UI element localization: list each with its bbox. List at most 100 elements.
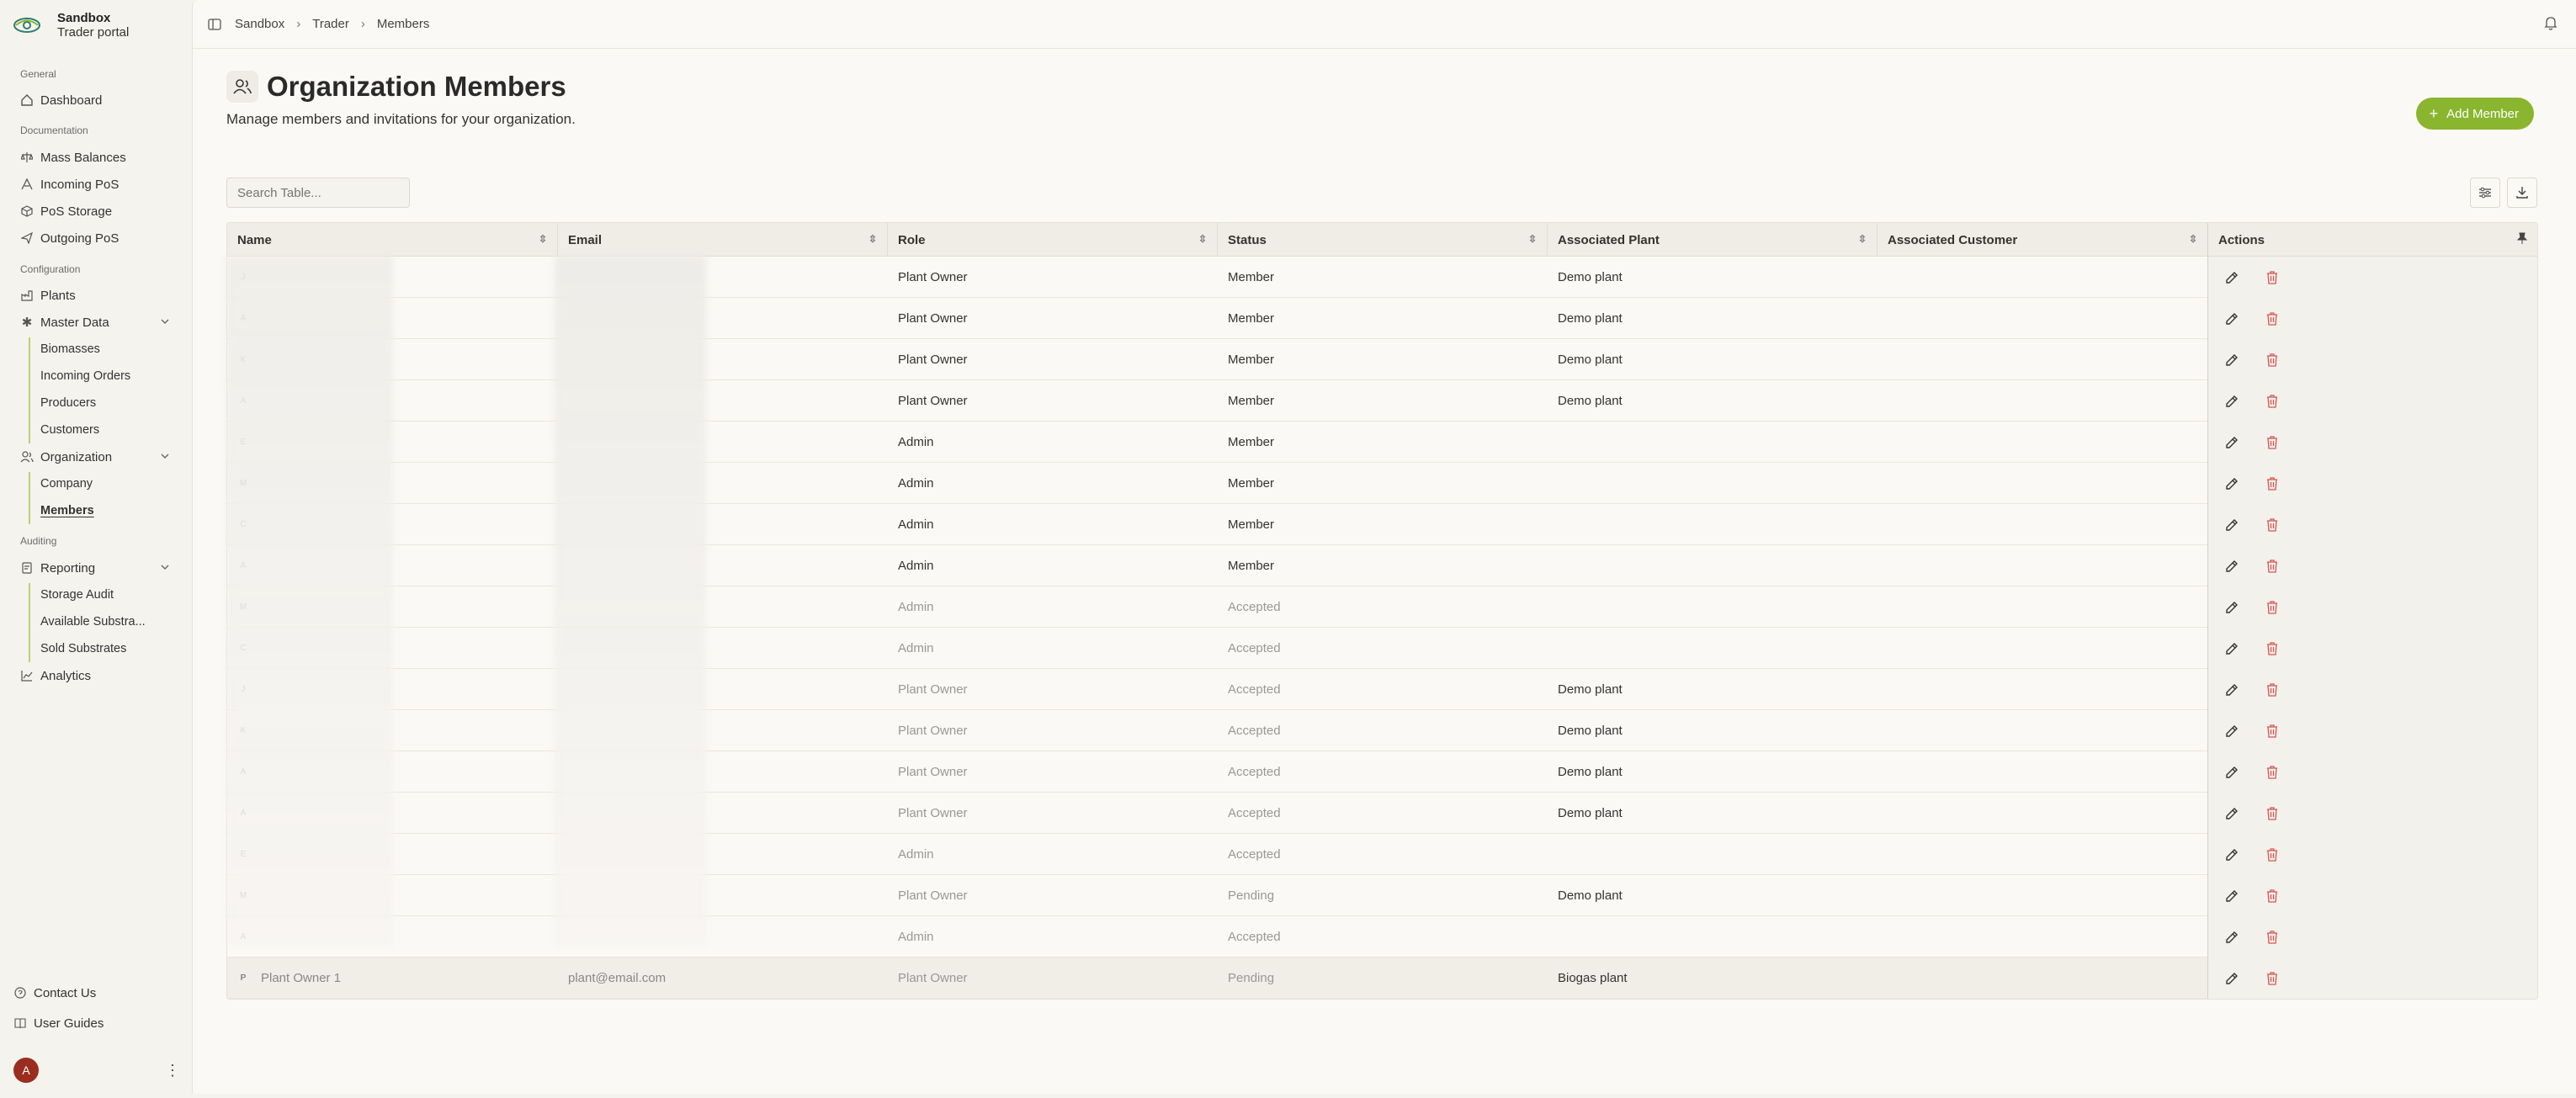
submenu-line [29,472,30,524]
edit-icon[interactable] [2220,719,2244,743]
trash-icon[interactable] [2260,678,2284,702]
sidebar-item-producers[interactable]: Producers [40,391,96,415]
sidebar-item-outgoing-pos[interactable]: Outgoing PoS [20,226,180,250]
edit-icon[interactable] [2220,390,2244,413]
trash-icon[interactable] [2260,431,2284,454]
trash-icon[interactable] [2260,926,2284,949]
cell-status: Accepted [1228,930,1281,944]
edit-icon[interactable] [2220,554,2244,578]
topbar: Sandbox › Trader › Members [193,0,2576,49]
cell-associated-plant [1548,463,1878,504]
table-header: Name ⇳ Email ⇳ Role ⇳ Status ⇳ Associated Pl… [227,223,2537,257]
sidebar-item-reporting[interactable]: Reporting [20,556,180,580]
trash-icon[interactable] [2260,513,2284,537]
edit-icon[interactable] [2220,472,2244,496]
trash-icon[interactable] [2260,348,2284,372]
avatar[interactable]: A [13,1058,39,1083]
search-input[interactable] [226,178,410,208]
sidebar-item-storage-audit[interactable]: Storage Audit [40,583,114,607]
column-header-name[interactable]: Name ⇳ [227,223,558,257]
edit-icon[interactable] [2220,678,2244,702]
cell-role: Admin [898,641,934,655]
column-settings-button[interactable] [2470,178,2500,208]
sidebar-item-customers[interactable]: Customers [40,418,99,442]
asterisk-icon: ✱ [21,316,33,330]
contact-us-link[interactable]: Contact Us [13,981,173,1005]
sidebar-item-members[interactable]: Members [40,499,94,522]
trash-icon[interactable] [2260,390,2284,413]
sidebar-item-incoming-orders[interactable]: Incoming Orders [40,364,130,388]
trash-icon[interactable] [2260,884,2284,908]
trash-icon[interactable] [2260,554,2284,578]
sidebar-item-biomasses[interactable]: Biomasses [40,337,100,361]
edit-icon[interactable] [2220,348,2244,372]
edit-icon[interactable] [2220,884,2244,908]
chevron-down-icon [160,316,170,330]
sidebar-item-organization[interactable]: Organization [20,445,180,469]
cell-role: Plant Owner [898,270,968,284]
edit-icon[interactable] [2220,307,2244,331]
edit-icon[interactable] [2220,596,2244,619]
sidebar-item-incoming-pos[interactable]: Incoming PoS [20,172,180,196]
edit-icon[interactable] [2220,637,2244,660]
user-guides-link[interactable]: User Guides [13,1011,173,1035]
trash-icon[interactable] [2260,637,2284,660]
add-member-button[interactable]: + Add Member [2415,98,2534,130]
cell-role: Admin [898,476,934,491]
column-header-role[interactable]: Role ⇳ [888,223,1218,257]
more-vertical-icon[interactable]: ⋮ [165,1062,180,1079]
chart-line-icon [20,669,34,682]
trash-icon[interactable] [2260,843,2284,867]
brand-name: Sandbox [57,11,111,25]
sidebar-item-plants[interactable]: Plants [20,284,180,307]
cell-associated-plant [1548,504,1878,545]
cell-role: Admin [898,600,934,614]
bell-icon[interactable] [2544,15,2557,34]
sidebar-item-sold-substrates[interactable]: Sold Substrates [40,637,126,660]
sidebar-item-available-substrates[interactable]: Available Substra... [40,610,146,634]
trash-icon[interactable] [2260,802,2284,825]
edit-icon[interactable] [2220,802,2244,825]
cell-status: Member [1228,517,1275,532]
column-header-associated-customer[interactable]: Associated Customer ⇳ [1878,223,2207,257]
section-auditing: Auditing [20,535,57,547]
column-header-associated-plant[interactable]: Associated Plant ⇳ [1548,223,1878,257]
sort-icon: ⇳ [2188,233,2197,245]
edit-icon[interactable] [2220,967,2244,990]
column-header-email[interactable]: Email ⇳ [558,223,888,257]
sidebar-item-label: Incoming PoS [40,177,120,192]
sidebar-item-analytics[interactable]: Analytics [20,664,180,687]
cell-status: Member [1228,270,1275,284]
trash-icon[interactable] [2260,761,2284,784]
report-icon [20,561,34,575]
trash-icon[interactable] [2260,307,2284,331]
sidebar-item-master-data[interactable]: ✱ Master Data [20,310,180,334]
sidebar-item-company[interactable]: Company [40,472,93,496]
sidebar-item-pos-storage[interactable]: PoS Storage [20,199,180,223]
sidebar-toggle-icon[interactable] [208,18,221,31]
sidebar-item-mass-balances[interactable]: Mass Balances [20,146,180,169]
trash-icon[interactable] [2260,967,2284,990]
trash-icon[interactable] [2260,596,2284,619]
download-button[interactable] [2507,178,2537,208]
cell-actions [2207,545,2537,586]
table-row[interactable]: P Plant Owner 1 plant@email.com Plant Owner… [227,957,2537,999]
breadcrumb-item[interactable]: Sandbox [235,17,284,31]
breadcrumb-item[interactable]: Trader [312,17,349,31]
cell-status: Accepted [1228,765,1281,779]
sidebar-item-dashboard[interactable]: Dashboard [20,88,180,112]
edit-icon[interactable] [2220,926,2244,949]
cell-associated-plant: Demo plant [1558,353,1623,367]
trash-icon[interactable] [2260,472,2284,496]
edit-icon[interactable] [2220,266,2244,289]
edit-icon[interactable] [2220,431,2244,454]
edit-icon[interactable] [2220,843,2244,867]
cell-actions [2207,793,2537,834]
trash-icon[interactable] [2260,266,2284,289]
column-header-status[interactable]: Status ⇳ [1218,223,1548,257]
edit-icon[interactable] [2220,761,2244,784]
edit-icon[interactable] [2220,513,2244,537]
brand[interactable]: Sandbox Trader portal [12,10,129,40]
trash-icon[interactable] [2260,719,2284,743]
pin-icon[interactable] [2516,232,2528,247]
